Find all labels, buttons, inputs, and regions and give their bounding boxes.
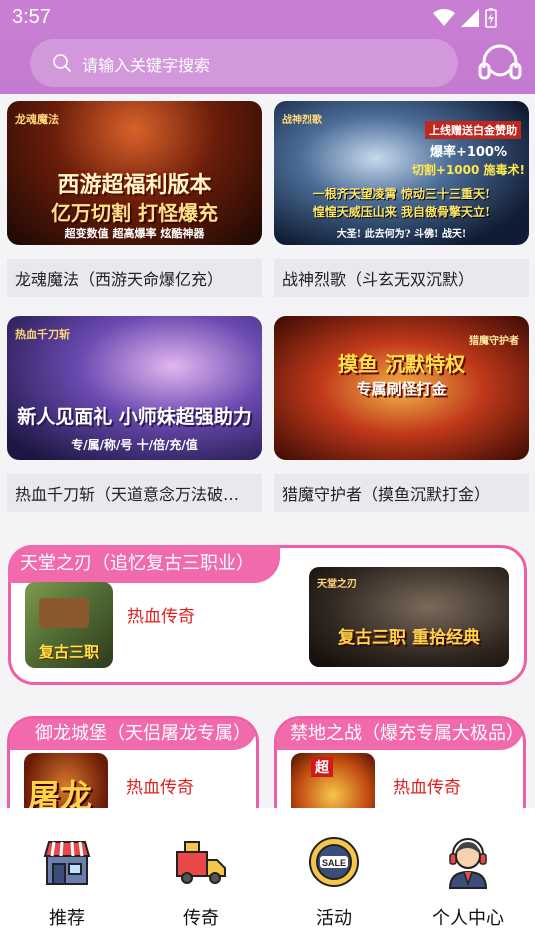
tab-legend[interactable]: 传奇 (151, 834, 251, 930)
featured-banner-text: 复古三职 重拾经典 (338, 628, 480, 648)
search-icon (53, 54, 72, 73)
banner-promo-2: 爆率+100% (429, 145, 507, 160)
banner-promo-1: 上线赠送白金赞助 (425, 121, 521, 139)
featured-banner-logo: 天堂之刃 (317, 579, 357, 590)
game-banner[interactable]: 战神烈歌 上线赠送白金赞助 爆率+100% 切割+1000 施毒术! 一根齐天望… (274, 101, 529, 245)
game-card[interactable]: 热血千刀斩 新人见面礼 小师妹超强助力 专/属/称/号 十/倍/充/值 热血千刀… (7, 316, 262, 512)
banner-promo-3: 切割+1000 施毒术! (411, 163, 525, 177)
store-icon (43, 841, 91, 885)
mini-card-category: 热血传奇 (126, 778, 194, 798)
game-card[interactable]: 猎魔守护者 摸鱼 沉默特权 专属刷怪打金 猎魔守护者（摸鱼沉默打金） (274, 316, 529, 512)
headset-service-icon[interactable] (476, 40, 524, 88)
game-title[interactable]: 猎魔守护者（摸鱼沉默打金） (274, 474, 529, 512)
game-banner[interactable]: 龙魂魔法 西游超福利版本 亿万切割 打怪爆充 超变数值 超高爆率 炫酷神器 (7, 101, 262, 245)
banner-line-5: 惶惶天威压山来 我自傲骨擎天立! (312, 205, 491, 219)
banner-subheadline: 亿万切割 打怪爆充 (51, 201, 218, 225)
wifi-icon (433, 9, 455, 26)
game-banner[interactable]: 猎魔守护者 摸鱼 沉默特权 专属刷怪打金 (274, 316, 529, 460)
tab-label: 传奇 (183, 908, 219, 929)
tab-events[interactable]: SALE 活动 (284, 834, 384, 930)
tab-profile[interactable]: 个人中心 (418, 834, 518, 930)
app-header: 3:57 请输入关键字搜索 (0, 0, 535, 94)
game-banner[interactable]: 热血千刀斩 新人见面礼 小师妹超强助力 专/属/称/号 十/倍/充/值 (7, 316, 262, 460)
delivery-truck-icon (176, 841, 226, 884)
tab-label: 个人中心 (432, 908, 504, 929)
game-logo: 热血千刀斩 (15, 328, 70, 341)
mini-thumb-text: 超 (311, 757, 333, 777)
featured-category: 热血传奇 (127, 607, 195, 627)
tab-label: 活动 (316, 908, 352, 929)
banner-headline: 西游超福利版本 (57, 172, 212, 198)
bottom-tab-bar: 推荐 传奇 SALE 活动 个人中心 (0, 808, 535, 951)
game-logo: 龙魂魔法 (15, 113, 59, 126)
banner-line-6: 大圣! 此去何为? 斗佛! 战天! (336, 229, 467, 240)
banner-headline: 新人见面礼 小师妹超强助力 (17, 406, 252, 428)
svg-text:SALE: SALE (322, 858, 346, 868)
tab-recommend[interactable]: 推荐 (17, 834, 117, 930)
mini-card-category: 热血传奇 (393, 778, 461, 798)
featured-title[interactable]: 天堂之刃（追忆复古三职业） (8, 545, 280, 583)
game-title[interactable]: 龙魂魔法（西游天命爆亿充） (7, 259, 262, 297)
featured-card[interactable]: 天堂之刃（追忆复古三职业） 复古三职 热血传奇 天堂之刃 复古三职 重拾经典 (8, 545, 527, 685)
featured-thumbnail[interactable]: 复古三职 (25, 582, 113, 668)
mini-card-title[interactable]: 御龙城堡（天侣屠龙专属） (10, 719, 256, 750)
banner-tagline: 超变数值 超高爆率 炫酷神器 (64, 227, 205, 240)
game-logo: 猎魔守护者 (469, 336, 519, 347)
game-card[interactable]: 龙魂魔法 西游超福利版本 亿万切割 打怪爆充 超变数值 超高爆率 炫酷神器 龙魂… (7, 101, 262, 297)
sale-badge-icon: SALE (309, 837, 359, 887)
battery-icon (485, 8, 497, 28)
tab-label: 推荐 (49, 908, 85, 929)
banner-line-4: 一根齐天望凌霄 惊动三十三重天! (312, 187, 491, 201)
mini-card-title[interactable]: 禁地之战（爆充专属大极品） (277, 719, 523, 750)
featured-thumb-label: 复古三职 (38, 643, 99, 661)
status-icons (433, 8, 497, 28)
search-input[interactable]: 请输入关键字搜索 (82, 52, 210, 76)
signal-icon (461, 9, 479, 27)
featured-banner[interactable]: 天堂之刃 复古三职 重拾经典 (309, 567, 509, 667)
banner-subheadline: 专属刷怪打金 (356, 380, 447, 398)
banner-headline: 摸鱼 沉默特权 (338, 352, 465, 376)
support-agent-icon (448, 838, 488, 889)
game-title[interactable]: 热血千刀斩（天道意念万法破… (7, 474, 262, 512)
banner-tagline: 专/属/称/号 十/倍/充/值 (71, 438, 198, 452)
status-bar: 3:57 (0, 0, 535, 36)
search-bar[interactable]: 请输入关键字搜索 (30, 39, 458, 87)
game-title[interactable]: 战神烈歌（斗玄无双沉默） (274, 259, 529, 297)
game-logo: 战神烈歌 (282, 115, 322, 126)
game-card[interactable]: 战神烈歌 上线赠送白金赞助 爆率+100% 切割+1000 施毒术! 一根齐天望… (274, 101, 529, 297)
status-time: 3:57 (12, 6, 51, 28)
